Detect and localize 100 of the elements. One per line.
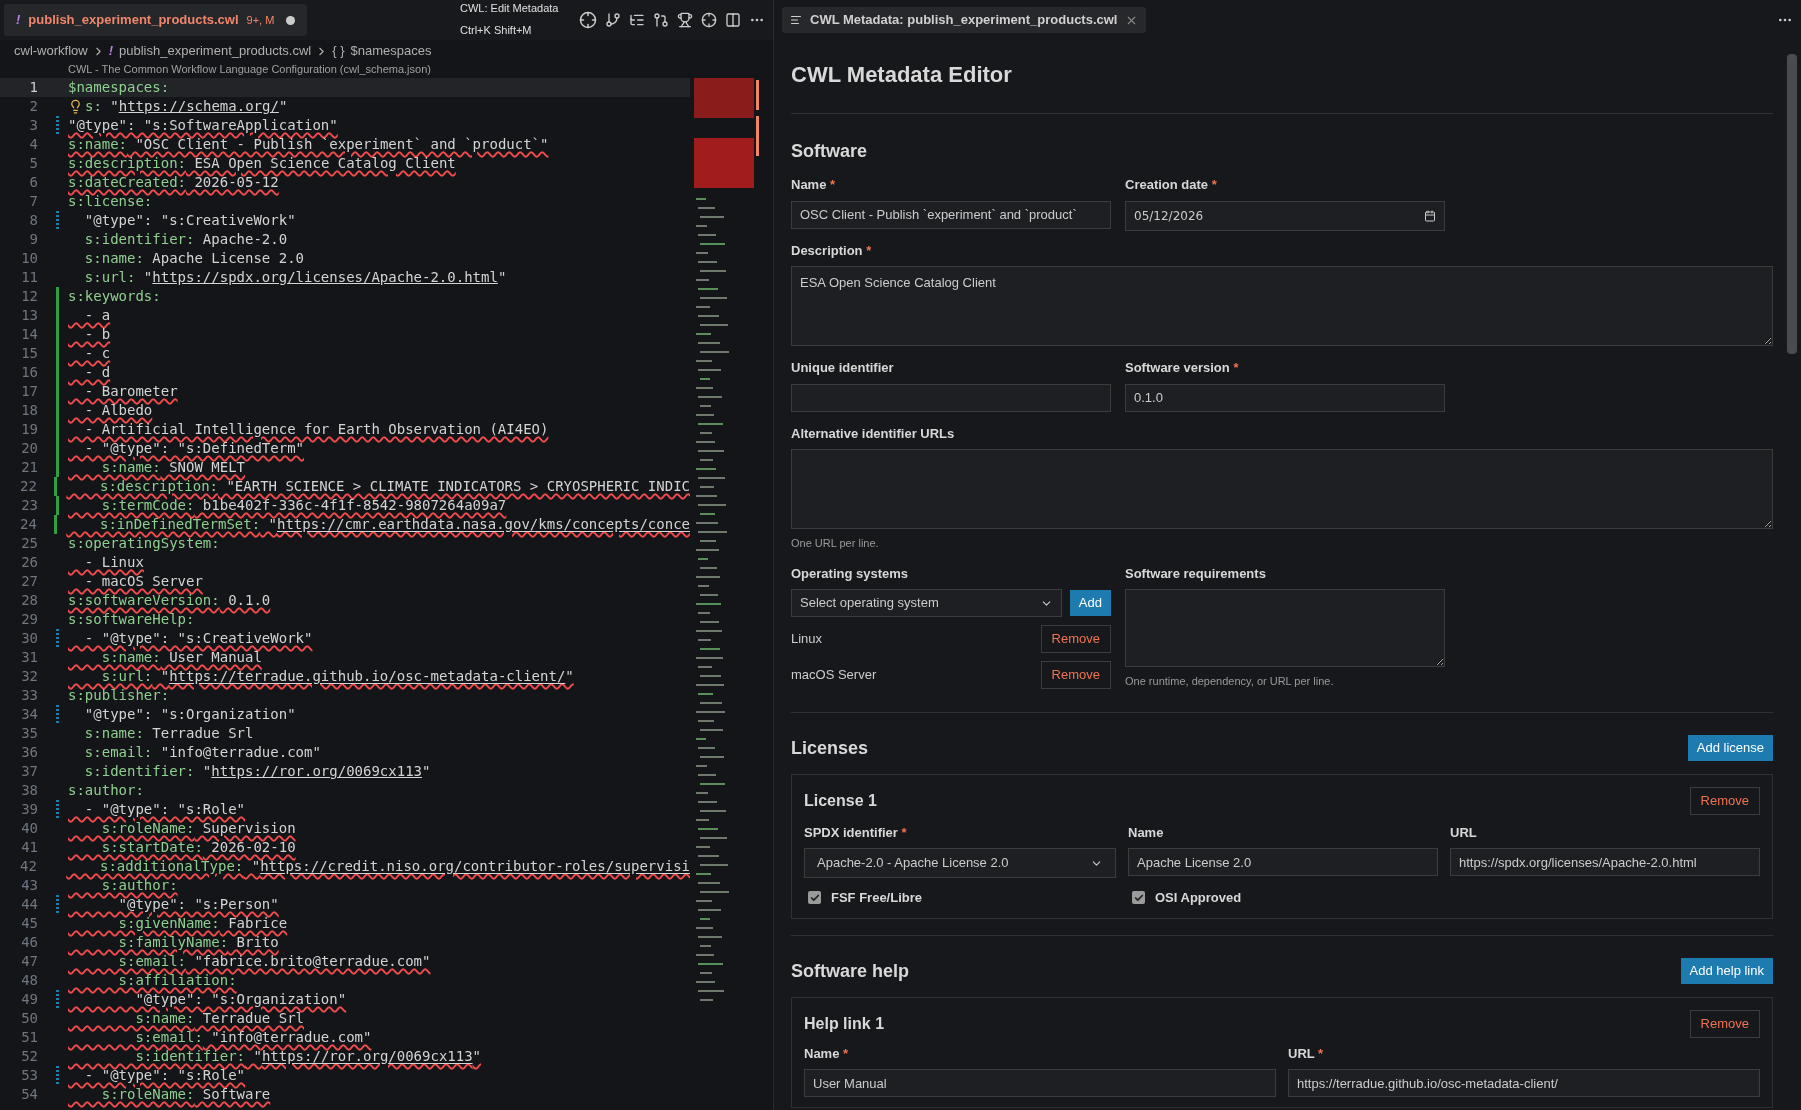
remove-button[interactable]: Remove [1040,625,1111,653]
text-field[interactable]: 0.1.0 [1125,383,1445,412]
code-text: "@type": "s:Organization" [134,990,347,1009]
field-label: URL * [1288,1044,1325,1063]
text-field[interactable] [791,383,1111,412]
remove-button[interactable]: Remove [1689,1009,1760,1038]
code-text: s:dateCreated: 2026-05-12 [68,173,279,192]
field-label: Creation date * [1125,176,1218,194]
code-text: s:termCode: b1be402f-336c-4f1f-8542-9807264a09a7 [100,496,507,515]
line-number: 33 [20,686,38,705]
code-text: - "@type": "s:CreativeWork" [83,629,313,648]
description-field[interactable]: ESA Open Science Catalog Client [791,266,1773,346]
calendar-icon[interactable] [1424,209,1436,222]
checkbox-label: OSI Approved [1155,889,1242,907]
trophy-icon[interactable] [677,12,693,28]
code-text: s:url: "https://terradue.github.io/osc-metadata-client/" [100,667,574,686]
field-label: Operating systems [791,564,910,583]
line-number: 53 [20,1066,38,1085]
line-number: 52 [20,1047,38,1066]
code-text: s:identifier: "https://ror.org/0069cx113" [134,1047,482,1066]
checkbox[interactable] [808,891,821,905]
field-label: Description * [791,241,873,260]
code-text: s: "https://schema.org/" [85,97,288,116]
add-button[interactable]: Add [1069,590,1111,616]
code-text: s:author: [100,876,178,895]
text-field[interactable]: OSC Client - Publish `experiment` and `product` [791,200,1111,229]
remove-button[interactable]: Remove [1689,786,1760,815]
line-number: 32 [20,667,38,686]
line-number: 25 [20,534,38,553]
tooltip-title: CWL: Edit Metadata [460,1,559,15]
preview-icon [790,14,802,26]
lightbulb-icon[interactable] [68,99,83,114]
editor-tab[interactable]: ! publish_experiment_products.cwl 9+, M [4,4,308,36]
line-number: 3 [28,116,38,135]
pull-request-icon[interactable] [653,12,669,28]
requirements-field[interactable] [1125,589,1445,667]
breadcrumb-item[interactable]: ! publish_experiment_products.cwl [108,41,312,61]
field-label: Name * [791,176,837,194]
add-button[interactable]: Add help link [1680,958,1773,984]
line-number: 14 [20,325,38,344]
line-number: 20 [20,439,38,458]
code-text: - d [83,363,111,382]
code-text: s:publisher: [68,686,170,705]
code-text: s:softwareHelp: [68,610,195,629]
field-hint: One URL per line. [791,536,880,551]
date-field[interactable]: 05/12/2026 [1125,200,1445,231]
code-text: s:operatingSystem: [68,534,220,553]
text-field[interactable]: Apache License 2.0 [1128,848,1438,876]
scrollbar-marker [756,116,759,156]
code-text: $namespaces: [68,78,170,97]
split-editor-icon[interactable] [725,12,741,28]
line-number: 7 [28,192,38,211]
line-number: 5 [28,154,38,173]
text-field[interactable]: https://terradue.github.io/osc-metadata-client/ [1288,1069,1760,1097]
code-text: s:license: [68,192,153,211]
line-number: 47 [20,952,38,971]
code-text: s:email: "info@terradue.com" [83,743,321,762]
os-name: macOS Server [791,666,877,685]
code-text: - Artificial Intelligence for Earth Observation (AI4EO) [83,420,549,439]
checkbox[interactable] [1132,891,1145,905]
codelens[interactable]: CWL - The Common Workflow Language Configuration (cwl_schema.json) [68,60,431,78]
section-heading: Software [791,140,869,163]
list-icon[interactable] [629,12,645,28]
os-name: Linux [791,630,823,649]
line-number: 2 [28,97,38,116]
line-number: 15 [20,344,38,363]
line-number: 31 [20,648,38,667]
os-select[interactable]: Select operating system [791,589,1062,617]
code-text: - Albedo [83,401,153,420]
code-text: - "@type": "s:Role" [83,1066,245,1085]
field-label: Unique identifier [791,359,895,377]
code-text: - a [83,306,111,325]
text-field[interactable]: User Manual [804,1069,1276,1097]
url-list-field[interactable] [791,449,1773,529]
field-label: Alternative identifier URLs [791,424,956,443]
text-field[interactable]: https://spdx.org/licenses/Apache-2.0.html [1450,848,1760,876]
line-number: 16 [20,363,38,382]
line-number: 40 [20,819,38,838]
breadcrumb-item[interactable]: { } $namespaces [332,41,432,61]
code-text: s:email: "fabrice.brito@terradue.com" [117,952,431,971]
code-text: s:startDate: 2026-02-10 [100,838,296,857]
code-text: - c [83,344,111,363]
spdx-select[interactable]: Apache-2.0 - Apache License 2.0 [804,848,1116,878]
git-branch-icon[interactable] [605,12,621,28]
breadcrumb-item[interactable]: cwl-workflow [14,41,88,61]
code-text: s:author: [68,781,144,800]
line-number: 49 [20,990,38,1009]
remove-button[interactable]: Remove [1040,661,1111,689]
code-text: "@type": "s:Organization" [83,705,296,724]
line-number: 30 [20,629,38,648]
scrollbar[interactable] [1787,54,1797,354]
line-number: 46 [20,933,38,952]
code-text: s:description: "EARTH SCIENCE > CLIMATE INDICATORS > CRYOSPHERIC INDIC [98,477,690,496]
field-hint: One runtime, dependency, or URL per line. [1125,674,1335,689]
panel-tab[interactable]: CWL Metadata: publish_experiment_products.cwl [782,7,1147,33]
target-icon[interactable] [701,12,717,28]
add-button[interactable]: Add license [1687,735,1773,761]
line-number: 43 [20,876,38,895]
line-number: 29 [20,610,38,629]
line-number: 13 [20,306,38,325]
